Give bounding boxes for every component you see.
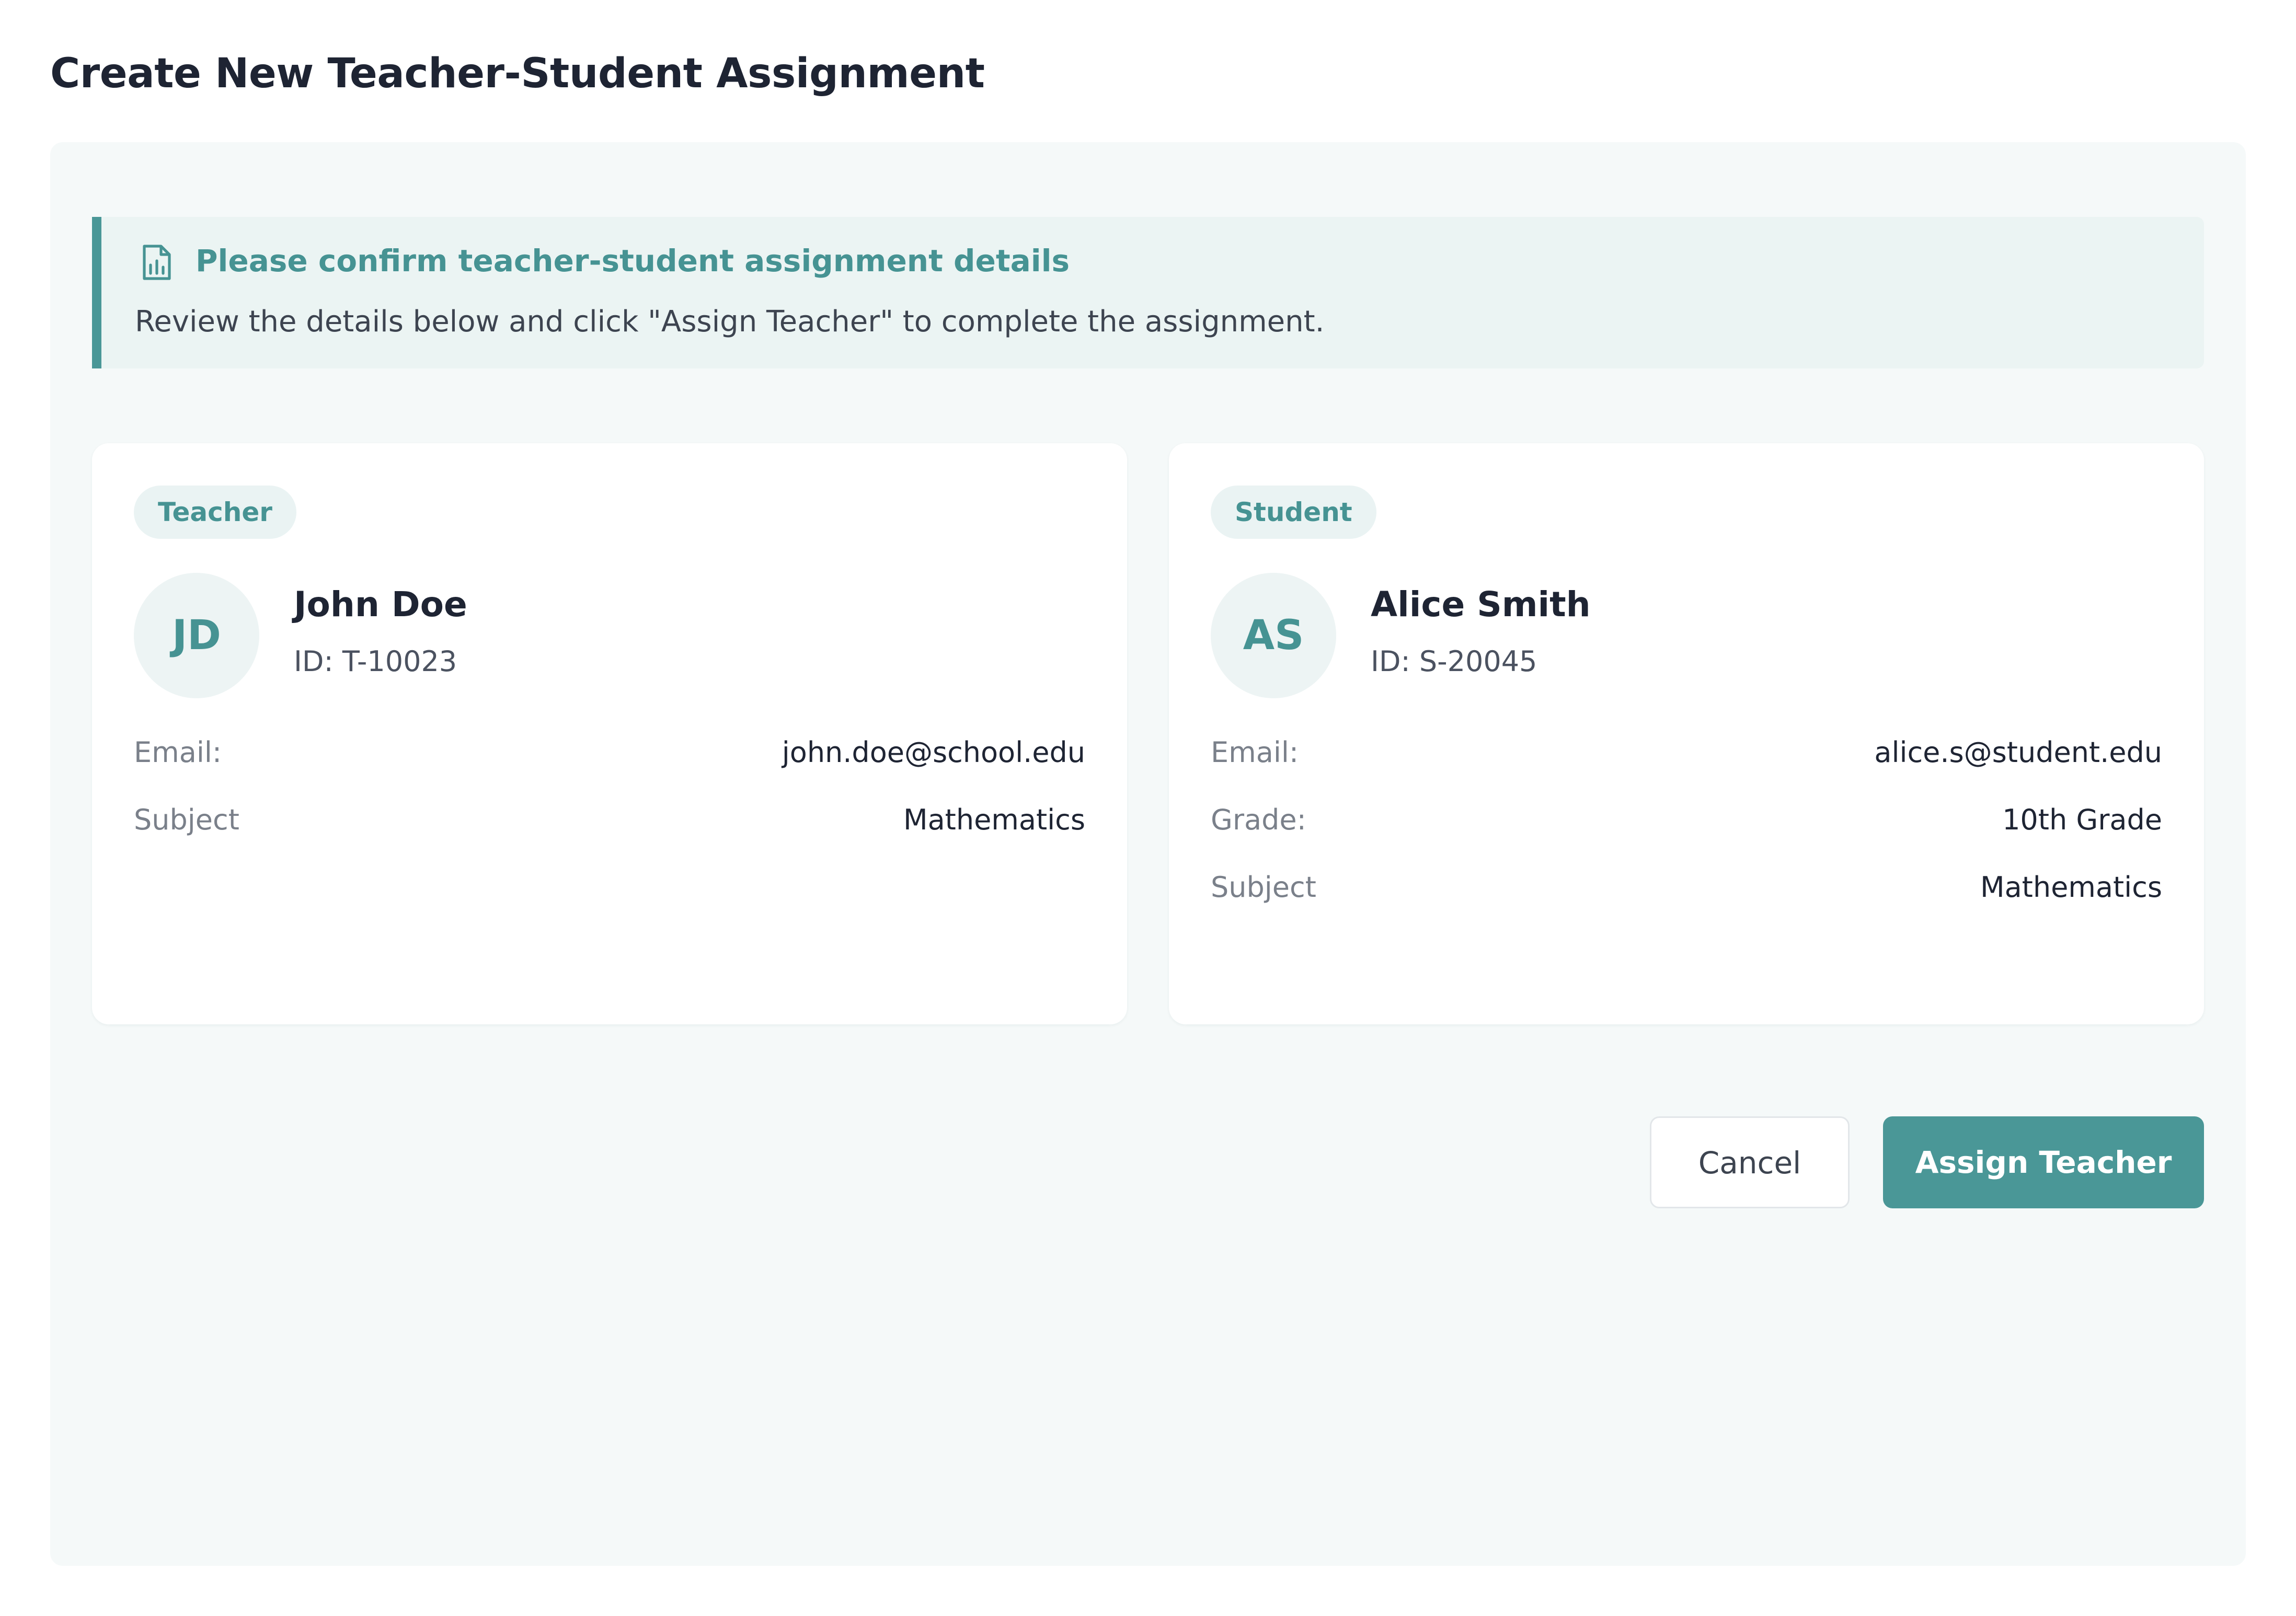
teacher-subject-value: Mathematics [903, 803, 1085, 836]
assign-teacher-button[interactable]: Assign Teacher [1883, 1116, 2204, 1208]
field-label: Email: [1211, 736, 1299, 769]
student-grade-value: 10th Grade [2002, 803, 2162, 836]
student-email-row: Email: alice.s@student.edu [1211, 736, 2162, 778]
field-label: Email: [134, 736, 222, 769]
notice-title: Please confirm teacher-student assignmen… [196, 243, 1070, 279]
teacher-card: Teacher JD John Doe ID: T-10023 Email: j… [92, 443, 1127, 1024]
field-label: Grade: [1211, 803, 1306, 836]
notice-text: Review the details below and click "Assi… [135, 305, 1325, 339]
teacher-email-value: john.doe@school.edu [782, 736, 1085, 769]
student-card: Student AS Alice Smith ID: S-20045 Email… [1169, 443, 2204, 1024]
student-grade-row: Grade: 10th Grade [1211, 803, 2162, 845]
assignment-panel: Please confirm teacher-student assignmen… [50, 142, 2246, 1566]
teacher-name: John Doe [294, 584, 467, 625]
student-name: Alice Smith [1371, 584, 1591, 625]
student-email-value: alice.s@student.edu [1874, 736, 2162, 769]
student-badge: Student [1211, 486, 1376, 539]
page-title: Create New Teacher-Student Assignment [50, 50, 985, 97]
report-document-icon [143, 245, 171, 280]
confirmation-notice: Please confirm teacher-student assignmen… [92, 217, 2204, 368]
student-subject-value: Mathematics [1980, 871, 2162, 904]
cancel-button[interactable]: Cancel [1650, 1116, 1850, 1208]
field-label: Subject [134, 803, 239, 836]
field-label: Subject [1211, 871, 1316, 904]
teacher-badge: Teacher [134, 486, 296, 539]
teacher-avatar: JD [134, 573, 259, 698]
student-subject-row: Subject Mathematics [1211, 871, 2162, 913]
student-avatar: AS [1211, 573, 1336, 698]
student-id: ID: S-20045 [1371, 645, 1537, 678]
teacher-email-row: Email: john.doe@school.edu [134, 736, 1085, 778]
teacher-subject-row: Subject Mathematics [134, 803, 1085, 845]
teacher-id: ID: T-10023 [294, 645, 457, 678]
